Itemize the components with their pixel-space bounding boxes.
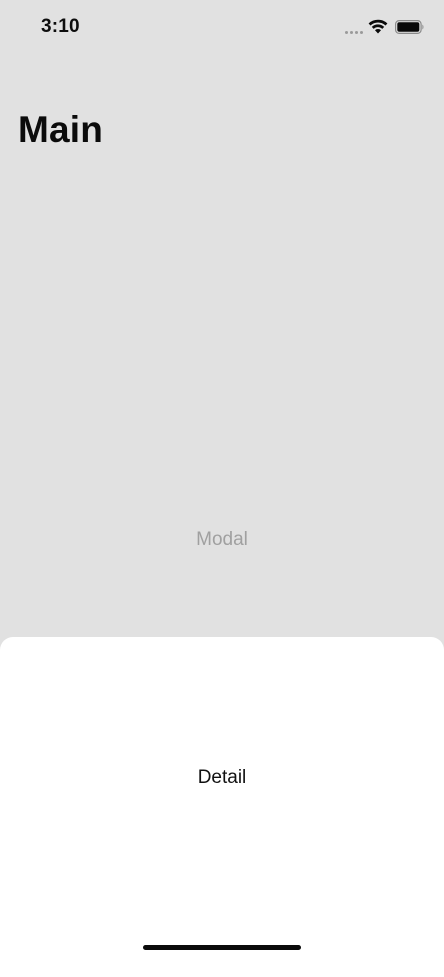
page-title: Main bbox=[18, 109, 104, 150]
battery-icon bbox=[395, 20, 424, 34]
modal-button[interactable]: Modal bbox=[0, 529, 444, 551]
status-bar: 3:10 bbox=[0, 0, 444, 56]
signal-dots-icon bbox=[345, 31, 363, 34]
detail-button[interactable]: Detail bbox=[0, 767, 444, 789]
status-time: 3:10 bbox=[41, 16, 80, 37]
home-indicator[interactable] bbox=[143, 945, 301, 950]
wifi-icon bbox=[368, 19, 388, 34]
bottom-sheet: Detail bbox=[0, 637, 444, 977]
